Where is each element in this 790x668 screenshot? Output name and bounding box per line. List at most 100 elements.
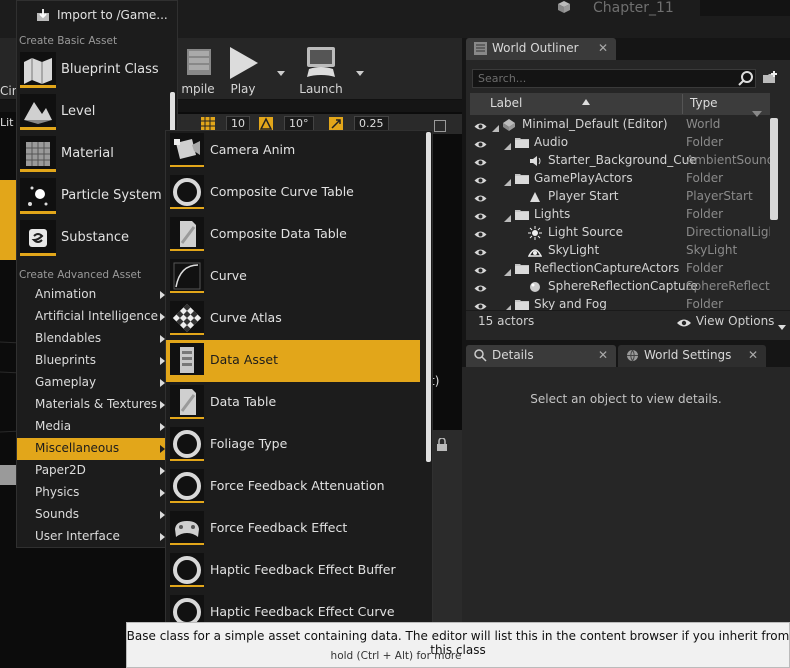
level-icon bbox=[20, 94, 56, 130]
view-options-button[interactable]: View Options bbox=[676, 314, 787, 330]
submenu-item-label: Force Feedback Effect bbox=[210, 520, 348, 535]
eye-icon[interactable] bbox=[474, 264, 487, 278]
outliner-row[interactable]: Minimal_Default (Editor) World bbox=[470, 116, 770, 134]
submenu-item-label: Haptic Feedback Effect Buffer bbox=[210, 562, 396, 577]
submenu-scrollbar[interactable] bbox=[426, 132, 431, 462]
menu-item-gameplay[interactable]: Gameplay bbox=[17, 372, 169, 394]
viewport-maximize-icon[interactable] bbox=[434, 120, 446, 132]
close-icon[interactable]: ✕ bbox=[598, 348, 608, 362]
tab-details[interactable]: Details ✕ bbox=[466, 345, 616, 367]
expand-arrow-icon[interactable] bbox=[504, 301, 511, 312]
outliner-icon bbox=[474, 42, 487, 55]
submenu-item-composite-data-table[interactable]: Composite Data Table bbox=[166, 214, 420, 256]
menu-item-artificial-intelligence[interactable]: Artificial Intelligence bbox=[17, 306, 169, 328]
outliner-row[interactable]: Lights Folder bbox=[470, 206, 770, 224]
expand-arrow-icon[interactable] bbox=[504, 175, 511, 186]
eye-icon[interactable] bbox=[474, 120, 487, 134]
expand-arrow-icon[interactable] bbox=[504, 265, 511, 276]
menu-item-blendables[interactable]: Blendables bbox=[17, 328, 169, 350]
menu-item-miscellaneous[interactable]: Miscellaneous bbox=[17, 438, 169, 460]
column-separator[interactable] bbox=[682, 94, 683, 114]
column-type-header[interactable]: Type bbox=[690, 96, 718, 110]
launch-label: Launch bbox=[299, 82, 343, 96]
expand-arrow-icon[interactable] bbox=[492, 121, 499, 132]
close-icon[interactable]: ✕ bbox=[598, 41, 608, 55]
column-options-chevron-icon[interactable] bbox=[752, 106, 762, 117]
outliner-row[interactable]: SphereReflectionCaptureSphereReflectionC… bbox=[470, 278, 770, 296]
outliner-row-type: World bbox=[686, 117, 721, 131]
menu-item-substance[interactable]: Substance bbox=[17, 218, 169, 260]
eye-icon[interactable] bbox=[474, 228, 487, 242]
menu-item-material[interactable]: Material bbox=[17, 134, 169, 176]
outliner-row-type: Folder bbox=[686, 171, 724, 185]
outliner-scrollbar[interactable] bbox=[770, 118, 778, 220]
outliner-row-name: ReflectionCaptureActors bbox=[534, 261, 680, 275]
outliner-row-type: DirectionalLight bbox=[686, 225, 770, 239]
viewport-lit-label[interactable]: Lit bbox=[0, 116, 14, 129]
menu-item-materials-textures[interactable]: Materials & Textures bbox=[17, 394, 169, 416]
menu-item-user-interface[interactable]: User Interface bbox=[17, 526, 169, 548]
outliner-search-input[interactable]: Search... bbox=[472, 69, 756, 88]
submenu-item-foliage-type[interactable]: Foliage Type bbox=[166, 424, 420, 466]
submenu-item-label: Foliage Type bbox=[210, 436, 288, 451]
eye-icon[interactable] bbox=[474, 282, 487, 296]
menu-item-label: Particle System bbox=[61, 188, 162, 203]
outliner-row[interactable]: Starter_Background_Cue AmbientSound bbox=[470, 152, 770, 170]
menu-item-blueprints[interactable]: Blueprints bbox=[17, 350, 169, 372]
menu-item-animation[interactable]: Animation bbox=[17, 284, 169, 306]
outliner-row[interactable]: Light Source DirectionalLight bbox=[470, 224, 770, 242]
launch-icon bbox=[301, 45, 341, 84]
launch-options-chevron-icon[interactable] bbox=[355, 66, 365, 76]
submenu-item-label: Force Feedback Attenuation bbox=[210, 478, 385, 493]
outliner-row[interactable]: ReflectionCaptureActors Folder bbox=[470, 260, 770, 278]
submenu-item-composite-curve-table[interactable]: Composite Curve Table bbox=[166, 172, 420, 214]
submenu-item-haptic-feedback-effect-buffer[interactable]: Haptic Feedback Effect Buffer bbox=[166, 550, 420, 592]
menu-item-paper2d[interactable]: Paper2D bbox=[17, 460, 169, 482]
outliner-row[interactable]: Player Start PlayerStart bbox=[470, 188, 770, 206]
expand-arrow-icon[interactable] bbox=[504, 211, 511, 222]
menu-item-blueprint-class[interactable]: Blueprint Class bbox=[17, 50, 169, 92]
add-folder-icon[interactable] bbox=[761, 70, 779, 86]
eye-icon[interactable] bbox=[474, 174, 487, 188]
menu-item-sounds[interactable]: Sounds bbox=[17, 504, 169, 526]
eye-icon[interactable] bbox=[474, 156, 487, 170]
play-options-chevron-icon[interactable] bbox=[276, 66, 286, 76]
cinematics-button[interactable]: Cin bbox=[0, 42, 19, 98]
eye-icon[interactable] bbox=[474, 138, 487, 152]
expand-arrow-icon[interactable] bbox=[504, 139, 511, 150]
outliner-row-type: SkyLight bbox=[686, 243, 738, 257]
tab-world-settings[interactable]: World Settings ✕ bbox=[618, 345, 766, 367]
outliner-row[interactable]: Audio Folder bbox=[470, 134, 770, 152]
eye-icon[interactable] bbox=[474, 192, 487, 206]
column-label-header[interactable]: Label bbox=[490, 96, 522, 110]
eye-icon[interactable] bbox=[474, 210, 487, 224]
menu-item-physics[interactable]: Physics bbox=[17, 482, 169, 504]
submenu-item-force-feedback-effect[interactable]: Force Feedback Effect bbox=[166, 508, 420, 550]
submenu-item-label: Composite Curve Table bbox=[210, 184, 354, 199]
menu-item-media[interactable]: Media bbox=[17, 416, 169, 438]
search-icon[interactable] bbox=[738, 70, 754, 86]
submenu-item-camera-anim[interactable]: Camera Anim bbox=[166, 130, 420, 172]
submenu-item-curve-atlas[interactable]: Curve Atlas bbox=[166, 298, 420, 340]
play-button[interactable]: Play bbox=[220, 42, 266, 98]
submenu-item-curve[interactable]: Curve bbox=[166, 256, 420, 298]
outliner-row[interactable]: GamePlayActors Folder bbox=[470, 170, 770, 188]
submenu-item-force-feedback-attenuation[interactable]: Force Feedback Attenuation bbox=[166, 466, 420, 508]
menu-item-level[interactable]: Level bbox=[17, 92, 169, 134]
menu-item-label: Sounds bbox=[35, 507, 80, 521]
submenu-item-data-table[interactable]: Data Table bbox=[166, 382, 420, 424]
submenu-item-label: Curve bbox=[210, 268, 247, 283]
eye-icon[interactable] bbox=[474, 246, 487, 260]
close-icon[interactable]: ✕ bbox=[748, 348, 758, 362]
tab-world-outliner[interactable]: World Outliner ✕ bbox=[466, 38, 616, 60]
menu-item-label: Miscellaneous bbox=[35, 441, 120, 455]
lock-icon[interactable] bbox=[436, 437, 448, 452]
import-to-game-item[interactable]: Import to /Game... bbox=[34, 6, 174, 26]
gamepad-icon bbox=[170, 511, 204, 545]
launch-button[interactable]: Launch bbox=[294, 42, 348, 98]
compile-button[interactable]: mpile bbox=[178, 42, 218, 98]
submenu-item-data-asset[interactable]: Data Asset bbox=[166, 340, 420, 382]
submenu-item-label: Curve Atlas bbox=[210, 310, 282, 325]
menu-item-particle-system[interactable]: Particle System bbox=[17, 176, 169, 218]
outliner-row[interactable]: SkyLight SkyLight bbox=[470, 242, 770, 260]
